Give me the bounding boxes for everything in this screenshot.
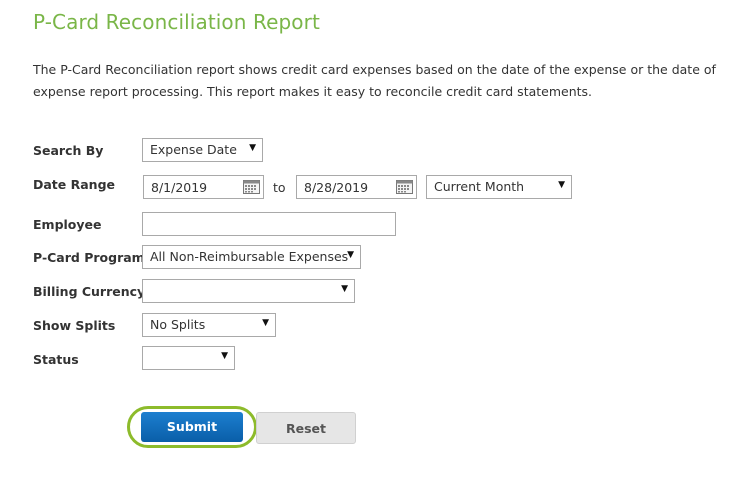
chevron-down-icon: ▼ [262,318,269,328]
date-start-value: 8/1/2019 [151,180,208,195]
pcard-program-select[interactable]: All Non-Reimbursable Expenses ▼ [142,245,361,269]
employee-input[interactable] [142,212,396,236]
page-title: P-Card Reconciliation Report [33,10,320,34]
billing-currency-label: Billing Currency [33,284,146,299]
chevron-down-icon: ▼ [558,180,565,190]
date-preset-value: Current Month [434,179,525,194]
employee-label: Employee [33,217,102,232]
billing-currency-select[interactable]: ▼ [142,279,355,303]
status-label: Status [33,352,79,367]
show-splits-label: Show Splits [33,318,116,333]
show-splits-value: No Splits [150,317,206,332]
date-preset-select[interactable]: Current Month ▼ [426,175,572,199]
pcard-program-value: All Non-Reimbursable Expenses [150,249,349,264]
date-range-label: Date Range [33,177,116,192]
date-end-input[interactable]: 8/28/2019 [296,175,417,199]
status-select[interactable]: ▼ [142,346,235,370]
date-start-input[interactable]: 8/1/2019 [143,175,264,199]
date-range-to-text: to [273,180,286,195]
chevron-down-icon: ▼ [341,284,348,294]
pcard-program-label: P-Card Program [33,250,145,265]
chevron-down-icon: ▼ [249,143,256,153]
calendar-icon[interactable] [243,179,260,194]
reset-button[interactable]: Reset [256,412,356,444]
page-description: The P-Card Reconciliation report shows c… [33,62,716,99]
chevron-down-icon: ▼ [221,351,228,361]
chevron-down-icon: ▼ [347,250,354,260]
calendar-icon[interactable] [396,179,413,194]
search-by-select[interactable]: Expense Date ▼ [142,138,263,162]
show-splits-select[interactable]: No Splits ▼ [142,313,276,337]
date-end-value: 8/28/2019 [304,180,369,195]
search-by-value: Expense Date [150,142,237,157]
submit-button[interactable]: Submit [141,412,243,442]
search-by-label: Search By [33,143,104,158]
